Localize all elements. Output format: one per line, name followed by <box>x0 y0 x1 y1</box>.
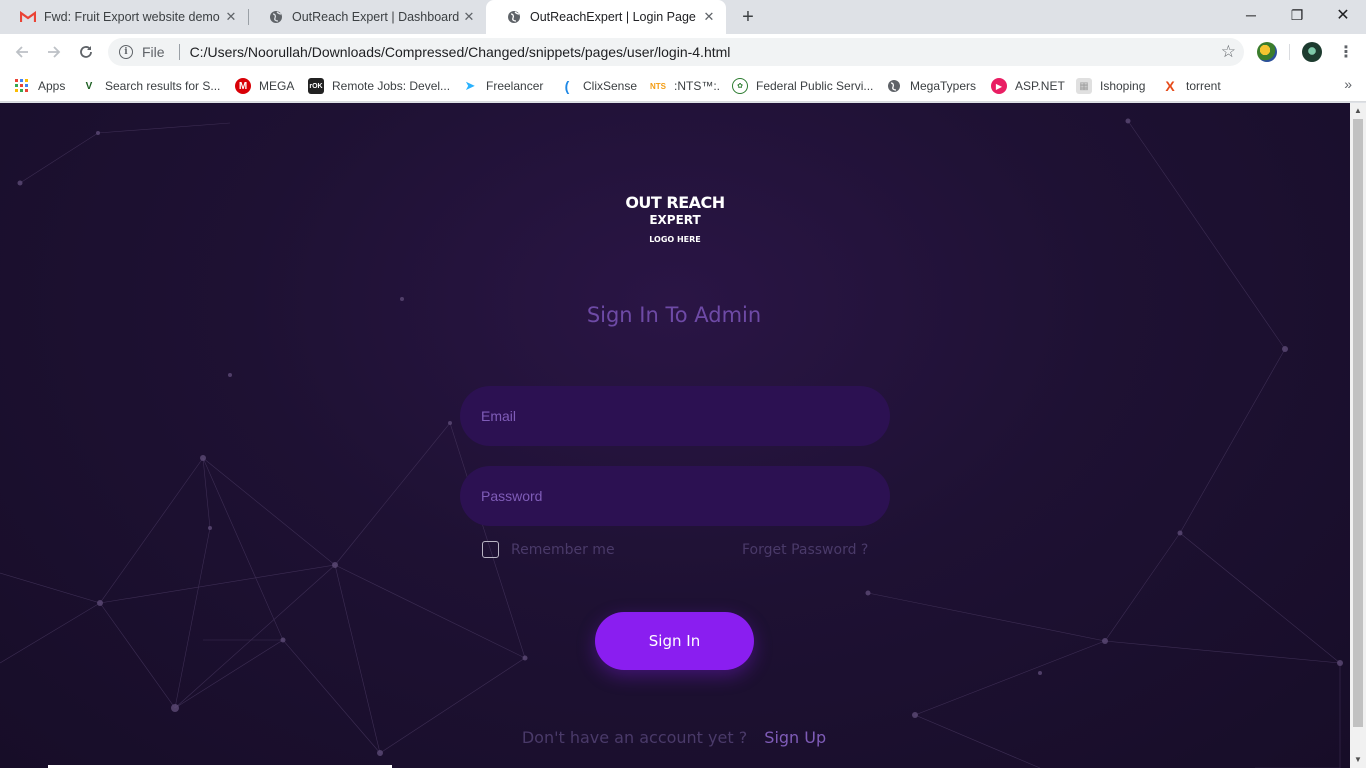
logo: OUT REACH EXPERT LOGO HERE <box>575 193 775 244</box>
scroll-down-icon[interactable]: ▼ <box>1354 755 1362 764</box>
sign-up-link[interactable]: Sign Up <box>764 728 826 747</box>
menu-kebab-icon[interactable]: ⋮ <box>1338 42 1354 62</box>
tab-dashboard[interactable]: OutReach Expert | Dashboard ✕ <box>248 0 486 34</box>
bookmark-label: ASP.NET <box>1015 79 1065 93</box>
bookmark-label: Ishoping <box>1100 79 1146 93</box>
remember-label: Remember me <box>511 541 615 558</box>
bookmark-freelancer[interactable]: ➤ Freelancer <box>462 76 544 96</box>
clixsense-icon: ( <box>564 78 570 94</box>
divider <box>178 44 180 60</box>
scroll-up-icon[interactable]: ▲ <box>1354 106 1362 115</box>
bookmark-label: Search results for S... <box>105 79 221 93</box>
url-text[interactable]: C:/Users/Noorullah/Downloads/Compressed/… <box>190 44 731 60</box>
bookmark-clixsense[interactable]: ( ClixSense <box>559 76 637 96</box>
bookmark-aspnet[interactable]: ▶ ASP.NET <box>991 76 1065 96</box>
bookmark-label: MegaTypers <box>910 79 977 93</box>
bookmark-nts[interactable]: NTS :NTS™:. <box>650 76 720 96</box>
profile-avatar[interactable] <box>1302 42 1322 62</box>
tab-title: OutReach Expert | Dashboard <box>292 10 460 24</box>
remote-jobs-icon: rOK <box>308 78 324 94</box>
close-window-button[interactable]: ✕ <box>1320 0 1366 30</box>
bookmark-label: ClixSense <box>583 79 638 93</box>
divider <box>1289 44 1290 60</box>
bookmark-star-icon[interactable]: ☆ <box>1221 42 1236 62</box>
bookmarks-bar: Apps V Search results for S... M MEGA rO… <box>0 70 1366 102</box>
tab-gmail[interactable]: Fwd: Fruit Export website demo ✕ <box>0 0 248 34</box>
globe-icon <box>268 9 284 25</box>
mega-icon: M <box>235 78 251 94</box>
bookmark-torrent[interactable]: X torrent <box>1162 76 1221 96</box>
bookmark-apps[interactable]: Apps <box>14 76 65 96</box>
bookmark-remote-jobs[interactable]: rOK Remote Jobs: Devel... <box>308 76 450 96</box>
bookmark-label: Federal Public Servi... <box>756 79 874 93</box>
forward-arrow-icon <box>48 46 61 58</box>
bookmark-label: :NTS™:. <box>674 79 721 93</box>
freelancer-icon: ➤ <box>464 78 476 93</box>
url-scheme: File <box>142 44 165 60</box>
bookmark-label: Apps <box>38 79 66 93</box>
bookmark-label: torrent <box>1186 79 1221 93</box>
bookmark-label: MEGA <box>259 79 295 93</box>
address-bar[interactable]: i File C:/Users/Noorullah/Downloads/Comp… <box>108 38 1244 66</box>
reload-icon <box>80 46 92 58</box>
page-title: Sign In To Admin <box>586 303 762 327</box>
scrollbar[interactable]: ▲ ▼ <box>1350 103 1366 768</box>
back-button[interactable] <box>10 40 34 64</box>
minimize-button[interactable]: ─ <box>1228 0 1274 30</box>
remember-checkbox[interactable] <box>482 541 499 558</box>
tab-title: OutReachExpert | Login Page <box>530 10 696 24</box>
restore-button[interactable]: ❐ <box>1274 0 1320 30</box>
bookmark-label: Remote Jobs: Devel... <box>332 79 451 93</box>
login-page: OUT REACH EXPERT LOGO HERE Sign In To Ad… <box>0 103 1350 768</box>
password-field[interactable] <box>460 466 890 526</box>
globe-icon <box>886 78 902 94</box>
aspnet-icon: ▶ <box>991 78 1007 94</box>
bookmark-label: Freelancer <box>486 79 544 93</box>
bookmark-megatypers[interactable]: MegaTypers <box>886 76 976 96</box>
forgot-password-link[interactable]: Forget Password ? <box>742 542 868 558</box>
v-logo-icon: V <box>85 80 93 92</box>
fpsc-icon: ✿ <box>732 78 748 94</box>
bookmark-ishoping[interactable]: ▦ Ishoping <box>1076 76 1145 96</box>
new-tab-button[interactable]: + <box>736 6 760 28</box>
info-icon[interactable]: i <box>119 45 133 59</box>
logo-line-1: OUT REACH <box>625 193 725 212</box>
forward-button[interactable] <box>42 40 66 64</box>
bookmark-fpsc[interactable]: ✿ Federal Public Servi... <box>732 76 873 96</box>
address-toolbar: i File C:/Users/Noorullah/Downloads/Comp… <box>0 34 1366 70</box>
bookmark-search-results[interactable]: V Search results for S... <box>81 76 221 96</box>
tab-strip: Fwd: Fruit Export website demo ✕ OutReac… <box>0 0 1366 34</box>
sign-in-button[interactable]: Sign In <box>595 612 754 670</box>
ishoping-icon: ▦ <box>1076 78 1092 94</box>
scrollbar-thumb[interactable] <box>1353 119 1363 727</box>
reload-button[interactable] <box>74 40 98 64</box>
gmail-icon <box>20 9 36 25</box>
globe-icon <box>506 9 522 25</box>
no-account-text: Don't have an account yet ? <box>521 728 748 747</box>
chevron-more-icon[interactable]: » <box>1344 76 1352 92</box>
tab-login-active[interactable]: OutReachExpert | Login Page ✕ <box>486 0 726 34</box>
torrent-icon: X <box>1165 78 1175 94</box>
close-icon[interactable]: ✕ <box>460 8 478 26</box>
extension-icon[interactable] <box>1257 42 1277 62</box>
apps-grid-icon <box>14 78 30 94</box>
email-field[interactable] <box>460 386 890 446</box>
bookmark-mega[interactable]: M MEGA <box>235 76 294 96</box>
logo-placeholder-text: LOGO HERE <box>649 235 701 244</box>
logo-line-2: EXPERT <box>649 213 701 227</box>
tab-title: Fwd: Fruit Export website demo <box>44 10 220 24</box>
close-icon[interactable]: ✕ <box>700 8 718 26</box>
nts-icon: NTS <box>650 81 666 91</box>
remember-me[interactable]: Remember me <box>482 541 615 558</box>
back-arrow-icon <box>15 46 28 58</box>
close-icon[interactable]: ✕ <box>222 8 240 26</box>
signup-prompt: Don't have an account yet ? Sign Up <box>474 728 874 747</box>
